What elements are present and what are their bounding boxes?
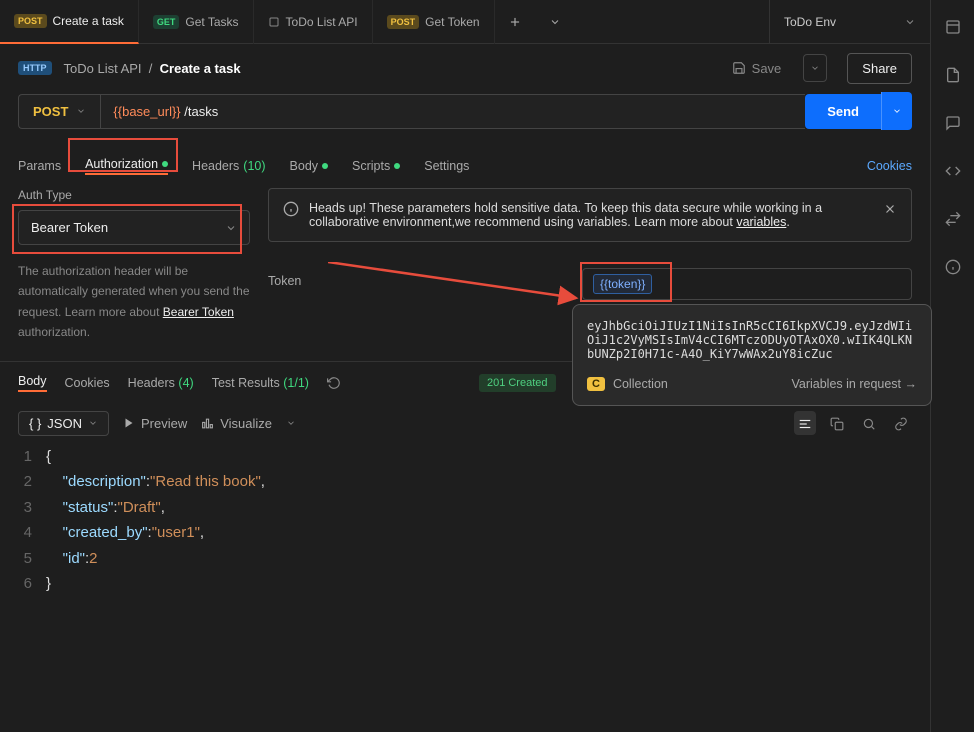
tab-label: Create a task — [53, 14, 124, 28]
variable-tooltip: eyJhbGciOiJIUzI1NiIsInR5cCI6IkpXVCJ9.eyJ… — [572, 304, 932, 406]
bearer-token-link[interactable]: Bearer Token — [163, 305, 234, 319]
resp-tab-cookies[interactable]: Cookies — [65, 376, 110, 390]
api-icon — [268, 15, 280, 29]
indicator-dot — [162, 161, 168, 167]
tab-headers[interactable]: Headers (10) — [192, 159, 265, 173]
token-label: Token — [268, 268, 568, 288]
send-button[interactable]: Send — [805, 94, 881, 129]
tab-settings[interactable]: Settings — [424, 159, 469, 173]
format-selector[interactable]: { }JSON — [18, 411, 109, 436]
request-tabs: Params Authorization Headers (10) Body S… — [0, 144, 930, 188]
tab-todo-api[interactable]: ToDo List API — [254, 0, 373, 44]
sidebar-icon-code[interactable] — [945, 162, 961, 180]
right-sidebar — [930, 0, 974, 732]
sidebar-icon-docs[interactable] — [945, 66, 961, 84]
auth-right: Heads up! These parameters hold sensitiv… — [268, 188, 912, 343]
search-icon[interactable] — [858, 411, 880, 435]
close-icon[interactable] — [883, 201, 897, 216]
collection-badge: C — [587, 377, 605, 391]
sidebar-icon-comments[interactable] — [945, 114, 961, 132]
sidebar-icon-env[interactable] — [945, 18, 961, 36]
token-row: Token {{token}} eyJhbGciOiJIUzI1NiIsInR5… — [268, 268, 912, 300]
token-variable-pill: {{token}} — [593, 274, 652, 294]
tab-create-task[interactable]: POST Create a task — [0, 0, 139, 44]
sidebar-icon-info[interactable] — [945, 258, 961, 276]
environment-selector[interactable]: ToDo Env — [769, 0, 930, 44]
method-badge-post: POST — [387, 15, 420, 29]
chevron-down-icon — [225, 222, 237, 234]
token-input[interactable]: {{token}} — [582, 268, 912, 300]
auth-area: Auth Type Bearer Token The authorization… — [0, 188, 930, 361]
auth-left: Auth Type Bearer Token The authorization… — [18, 188, 250, 343]
breadcrumb[interactable]: ToDo List API / Create a task — [64, 61, 241, 76]
variables-in-request-link[interactable]: Variables in request → — [791, 377, 917, 391]
sidebar-icon-related[interactable] — [945, 210, 961, 228]
tab-label: Get Tasks — [185, 15, 238, 29]
status-code: 201 Created — [479, 374, 556, 392]
new-tab-button[interactable] — [495, 15, 535, 29]
tabs-chevron[interactable] — [535, 16, 575, 28]
request-row: POST {{base_url}} /tasks Send — [0, 92, 930, 130]
http-icon: HTTP — [18, 61, 52, 75]
copy-icon[interactable] — [826, 411, 848, 435]
tab-authorization[interactable]: Authorization — [85, 157, 168, 175]
visualize-button[interactable]: Visualize — [201, 416, 272, 431]
env-name: ToDo Env — [784, 15, 894, 29]
save-button[interactable]: Save — [722, 55, 792, 82]
method-selector[interactable]: POST — [18, 94, 100, 129]
headsup-banner: Heads up! These parameters hold sensitiv… — [268, 188, 912, 242]
cookies-link[interactable]: Cookies — [867, 159, 912, 173]
tooltip-scope: Collection — [613, 377, 668, 391]
url-input[interactable]: {{base_url}} /tasks — [100, 94, 805, 129]
auth-type-select[interactable]: Bearer Token — [18, 210, 250, 245]
history-icon[interactable] — [327, 376, 341, 391]
resp-tab-body[interactable]: Body — [18, 374, 47, 392]
tab-label: Get Token — [425, 15, 479, 29]
save-chevron[interactable] — [803, 54, 827, 82]
tab-get-tasks[interactable]: GET Get Tasks — [139, 0, 254, 44]
indicator-dot — [322, 163, 328, 169]
breadcrumb-row: HTTP ToDo List API / Create a task Save … — [0, 44, 930, 92]
tabs-row: POST Create a task GET Get Tasks ToDo Li… — [0, 0, 930, 44]
tab-scripts[interactable]: Scripts — [352, 159, 400, 173]
info-icon — [283, 201, 299, 217]
variables-link[interactable]: variables — [736, 215, 786, 229]
method-badge-get: GET — [153, 15, 180, 29]
tooltip-token-value: eyJhbGciOiJIUzI1NiIsInR5cCI6IkpXVCJ9.eyJ… — [587, 319, 917, 361]
resp-tab-headers[interactable]: Headers (4) — [128, 376, 194, 390]
chevron-down-icon[interactable] — [286, 418, 296, 428]
link-icon[interactable] — [890, 411, 912, 435]
preview-button[interactable]: Preview — [123, 416, 187, 431]
response-body[interactable]: 1{ 2 "description": "Read this book", 3 … — [0, 444, 930, 597]
tab-params[interactable]: Params — [18, 159, 61, 173]
tab-get-token[interactable]: POST Get Token — [373, 0, 495, 44]
method-badge-post: POST — [14, 14, 47, 28]
resp-tab-test[interactable]: Test Results (1/1) — [212, 376, 309, 390]
tab-body[interactable]: Body — [290, 159, 329, 173]
auth-type-label: Auth Type — [18, 188, 250, 202]
response-toolbar: { }JSON Preview Visualize — [0, 405, 930, 444]
send-chevron[interactable] — [881, 92, 912, 130]
wrap-icon[interactable] — [794, 411, 816, 435]
share-button[interactable]: Share — [847, 53, 912, 84]
indicator-dot — [394, 163, 400, 169]
auth-help-text: The authorization header will be automat… — [18, 261, 250, 343]
tab-label: ToDo List API — [286, 15, 358, 29]
